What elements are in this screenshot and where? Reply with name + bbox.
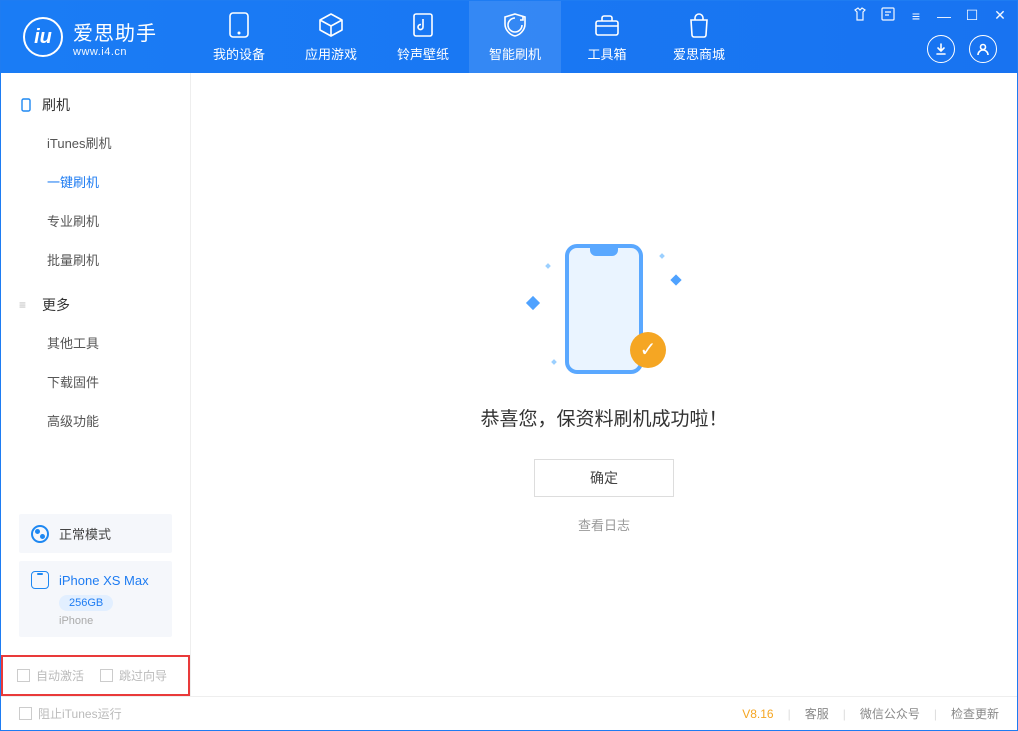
mode-label: 正常模式	[59, 524, 111, 543]
status-link-update[interactable]: 检查更新	[951, 705, 999, 722]
sidebar-item-advanced[interactable]: 高级功能	[1, 401, 190, 440]
device-type: iPhone	[59, 615, 160, 627]
main-nav: 我的设备 应用游戏 铃声壁纸 智能刷机 工具箱 爱思商城	[193, 1, 745, 73]
version-label: V8.16	[742, 707, 773, 721]
nav-label: 我的设备	[213, 44, 265, 63]
nav-label: 爱思商城	[673, 44, 725, 63]
shield-icon	[502, 12, 528, 38]
nav-label: 铃声壁纸	[397, 44, 449, 63]
status-link-wechat[interactable]: 微信公众号	[860, 705, 920, 722]
device-icon	[226, 12, 252, 38]
user-button[interactable]	[969, 35, 997, 63]
section-title: 刷机	[42, 95, 70, 115]
nav-label: 智能刷机	[489, 44, 541, 63]
sidebar-item-other-tools[interactable]: 其他工具	[1, 323, 190, 362]
sidebar: 刷机 iTunes刷机 一键刷机 专业刷机 批量刷机 ≡ 更多 其他工具 下载固…	[1, 73, 191, 696]
section-title: 更多	[42, 295, 70, 315]
nav-label: 应用游戏	[305, 44, 357, 63]
auto-activate-checkbox[interactable]: 自动激活	[17, 667, 84, 684]
skip-guide-checkbox[interactable]: 跳过向导	[100, 667, 167, 684]
nav-shop[interactable]: 爱思商城	[653, 1, 745, 73]
sidebar-section-header: ≡ 更多	[1, 287, 190, 323]
status-link-support[interactable]: 客服	[805, 705, 829, 722]
app-url: www.i4.cn	[73, 46, 157, 58]
nav-ringtones-wallpapers[interactable]: 铃声壁纸	[377, 1, 469, 73]
nav-apps-games[interactable]: 应用游戏	[285, 1, 377, 73]
toolbox-icon	[594, 12, 620, 38]
device-name: iPhone XS Max	[59, 573, 149, 588]
feedback-icon[interactable]	[879, 7, 897, 24]
cube-icon	[318, 12, 344, 38]
device-mode-box[interactable]: 正常模式	[19, 514, 172, 553]
list-icon: ≡	[19, 298, 33, 312]
confirm-button[interactable]: 确定	[534, 459, 674, 497]
nav-label: 工具箱	[587, 44, 626, 63]
checkbox-icon	[19, 707, 32, 720]
device-info-box[interactable]: iPhone XS Max 256GB iPhone	[19, 561, 172, 637]
success-message: 恭喜您，保资料刷机成功啦！	[480, 404, 727, 431]
nav-toolbox[interactable]: 工具箱	[561, 1, 653, 73]
statusbar: 阻止iTunes运行 V8.16 | 客服 | 微信公众号 | 检查更新	[1, 696, 1017, 730]
success-illustration: ✓	[494, 236, 714, 386]
checkbox-icon	[100, 669, 113, 682]
sidebar-item-batch-flash[interactable]: 批量刷机	[1, 240, 190, 279]
window-controls: ≡ — ☐ ✕	[851, 7, 1009, 24]
mode-icon	[31, 525, 49, 543]
checkbox-icon	[17, 669, 30, 682]
app-logo-icon: iu	[23, 17, 63, 57]
success-panel: ✓ 恭喜您，保资料刷机成功啦！ 确定 查看日志	[480, 236, 727, 534]
checkbox-label: 跳过向导	[119, 667, 167, 684]
maximize-icon[interactable]: ☐	[963, 7, 981, 24]
phone-icon	[31, 571, 49, 589]
download-button[interactable]	[927, 35, 955, 63]
sidebar-section-more: ≡ 更多 其他工具 下载固件 高级功能	[1, 287, 190, 448]
bag-icon	[686, 12, 712, 38]
tshirt-icon[interactable]	[851, 7, 869, 24]
main-content: ✓ 恭喜您，保资料刷机成功啦！ 确定 查看日志	[191, 73, 1017, 696]
device-capacity-badge: 256GB	[59, 595, 113, 611]
close-icon[interactable]: ✕	[991, 7, 1009, 24]
check-badge-icon: ✓	[630, 332, 666, 368]
sidebar-item-download-firmware[interactable]: 下载固件	[1, 362, 190, 401]
sidebar-section-flash: 刷机 iTunes刷机 一键刷机 专业刷机 批量刷机	[1, 87, 190, 287]
note-icon	[410, 12, 436, 38]
checkbox-label: 自动激活	[36, 667, 84, 684]
user-controls	[927, 35, 997, 63]
phone-icon	[19, 98, 33, 112]
app-name: 爱思助手	[73, 17, 157, 46]
sidebar-section-header: 刷机	[1, 87, 190, 123]
logo-area: iu 爱思助手 www.i4.cn	[1, 1, 175, 73]
minimize-icon[interactable]: —	[935, 8, 953, 24]
titlebar: iu 爱思助手 www.i4.cn 我的设备 应用游戏 铃声壁纸 智能刷机	[1, 1, 1017, 73]
checkbox-label: 阻止iTunes运行	[38, 705, 122, 722]
sidebar-item-onekey-flash[interactable]: 一键刷机	[1, 162, 190, 201]
nav-my-device[interactable]: 我的设备	[193, 1, 285, 73]
sidebar-item-itunes-flash[interactable]: iTunes刷机	[1, 123, 190, 162]
nav-smart-flash[interactable]: 智能刷机	[469, 1, 561, 73]
view-log-link[interactable]: 查看日志	[578, 515, 630, 534]
menu-icon[interactable]: ≡	[907, 8, 925, 24]
block-itunes-checkbox[interactable]: 阻止iTunes运行	[19, 705, 122, 722]
flash-options-row: 自动激活 跳过向导	[1, 655, 190, 696]
sidebar-item-pro-flash[interactable]: 专业刷机	[1, 201, 190, 240]
